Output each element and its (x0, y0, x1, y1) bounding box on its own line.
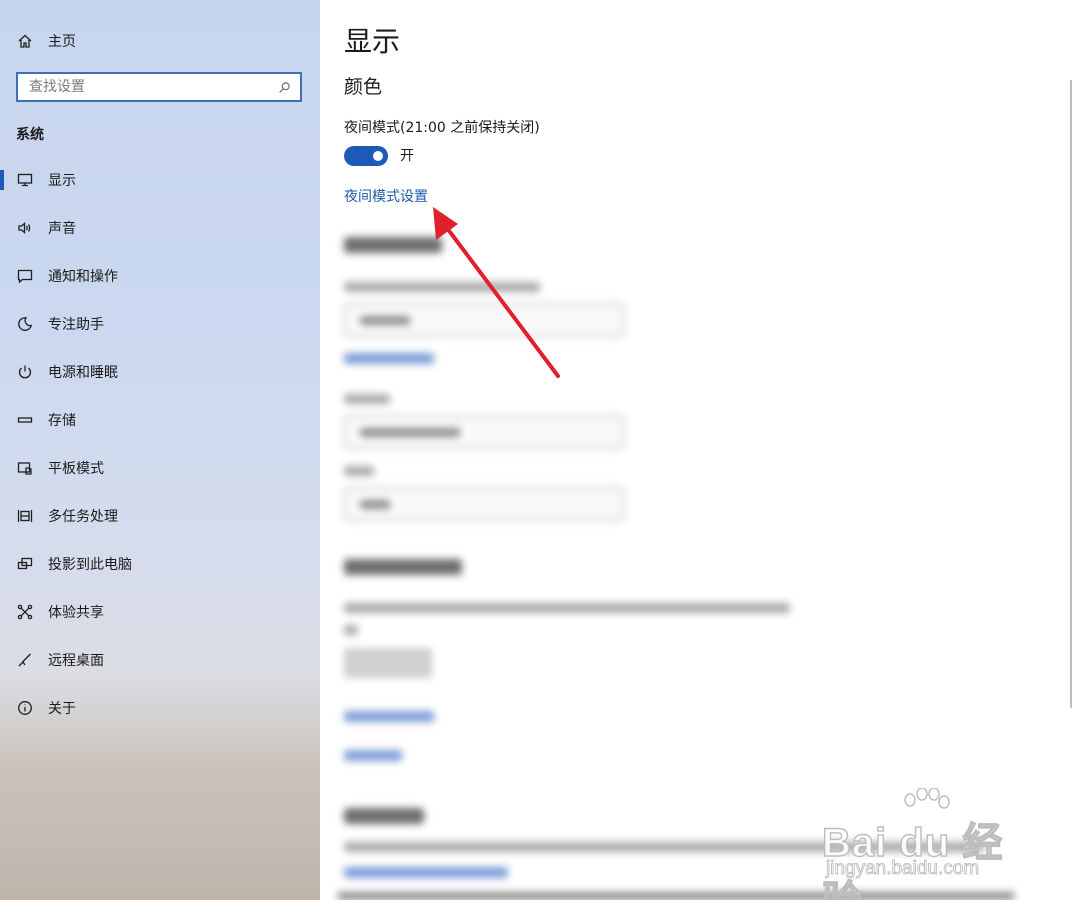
search-icon[interactable] (276, 79, 292, 95)
blurred-dropdown (344, 415, 624, 449)
blurred-heading (344, 559, 462, 575)
sidebar-item-label: 通知和操作 (48, 269, 118, 285)
sidebar-item-label: 存储 (48, 413, 76, 429)
project-icon (16, 555, 34, 573)
sidebar-item-label: 显示 (48, 173, 76, 189)
night-mode-label: 夜间模式(21:00 之前保持关闭) (344, 120, 540, 136)
night-mode-toggle[interactable] (344, 146, 388, 166)
night-mode-settings-link[interactable]: 夜间模式设置 (344, 186, 428, 206)
blurred-bottom-bar (338, 892, 1014, 900)
sidebar-item-sound[interactable]: 声音 (0, 204, 320, 252)
home-nav-item[interactable]: 主页 (16, 28, 76, 54)
multitask-icon (16, 507, 34, 525)
storage-icon (16, 411, 34, 429)
sidebar-item-project-to-pc[interactable]: 投影到此电脑 (0, 540, 320, 588)
sidebar-item-notifications[interactable]: 通知和操作 (0, 252, 320, 300)
blurred-link (344, 711, 434, 722)
sidebar-item-focus-assist[interactable]: 专注助手 (0, 300, 320, 348)
blurred-button (344, 648, 432, 678)
blurred-dropdown (344, 303, 624, 337)
tablet-icon (16, 459, 34, 477)
speaker-icon (16, 219, 34, 237)
sidebar-item-label: 投影到此电脑 (48, 557, 132, 573)
sidebar-item-tablet-mode[interactable]: 平板模式 (0, 444, 320, 492)
blurred-heading (344, 237, 442, 253)
blurred-heading (344, 808, 424, 824)
blurred-text (344, 603, 790, 613)
toggle-knob (373, 151, 383, 161)
sidebar-item-label: 电源和睡眠 (48, 365, 118, 381)
sidebar-item-label: 关于 (48, 701, 76, 717)
blurred-text (344, 466, 374, 476)
color-heading: 颜色 (344, 76, 383, 98)
blurred-text (344, 842, 984, 852)
section-title: 系统 (16, 127, 44, 143)
sidebar-item-remote-desktop[interactable]: 远程桌面 (0, 636, 320, 684)
sidebar-item-label: 体验共享 (48, 605, 104, 621)
blurred-text (344, 625, 358, 635)
notification-icon (16, 267, 34, 285)
sidebar-item-multitasking[interactable]: 多任务处理 (0, 492, 320, 540)
blurred-link (344, 867, 508, 878)
home-label: 主页 (48, 34, 76, 50)
sidebar-item-label: 声音 (48, 221, 76, 237)
settings-sidebar: 主页 系统 显示 声音 通知和操作 专注助手 电源和睡眠 (0, 0, 320, 900)
page-title: 显示 (344, 25, 401, 58)
sidebar-item-storage[interactable]: 存储 (0, 396, 320, 444)
watermark-brand: Bai du 经验 (821, 820, 1004, 900)
sidebar-item-label: 专注助手 (48, 317, 104, 333)
scrollbar[interactable] (1070, 80, 1072, 708)
blurred-text (344, 282, 540, 292)
share-icon (16, 603, 34, 621)
watermark-url: jingyan.baidu.com (826, 858, 980, 880)
arrow-head (433, 207, 458, 240)
sidebar-item-about[interactable]: 关于 (0, 684, 320, 732)
moon-icon (16, 315, 34, 333)
sidebar-item-display[interactable]: 显示 (0, 156, 320, 204)
blurred-link (344, 353, 434, 364)
monitor-icon (16, 171, 34, 189)
sidebar-item-shared-experiences[interactable]: 体验共享 (0, 588, 320, 636)
paw-icon (904, 788, 950, 809)
toggle-state-label: 开 (400, 148, 414, 164)
blurred-dropdown (344, 487, 624, 521)
blurred-link (344, 750, 402, 761)
remote-icon (16, 651, 34, 669)
search-input[interactable] (27, 78, 276, 96)
sidebar-item-label: 多任务处理 (48, 509, 118, 525)
power-icon (16, 363, 34, 381)
settings-content: 显示 颜色 夜间模式(21:00 之前保持关闭) 开 夜间模式设置 Bai du… (320, 0, 1074, 900)
search-box[interactable] (16, 72, 302, 102)
sidebar-item-power-sleep[interactable]: 电源和睡眠 (0, 348, 320, 396)
sidebar-item-label: 远程桌面 (48, 653, 104, 669)
sidebar-nav: 显示 声音 通知和操作 专注助手 电源和睡眠 存储 平板模式 多任务处理 投影到… (0, 156, 320, 732)
baidu-watermark-logo: Bai du 经验 jingyan.baidu.com (821, 788, 1022, 900)
blurred-text (344, 394, 390, 404)
home-icon (16, 32, 34, 50)
info-icon (16, 699, 34, 717)
sidebar-item-label: 平板模式 (48, 461, 104, 477)
